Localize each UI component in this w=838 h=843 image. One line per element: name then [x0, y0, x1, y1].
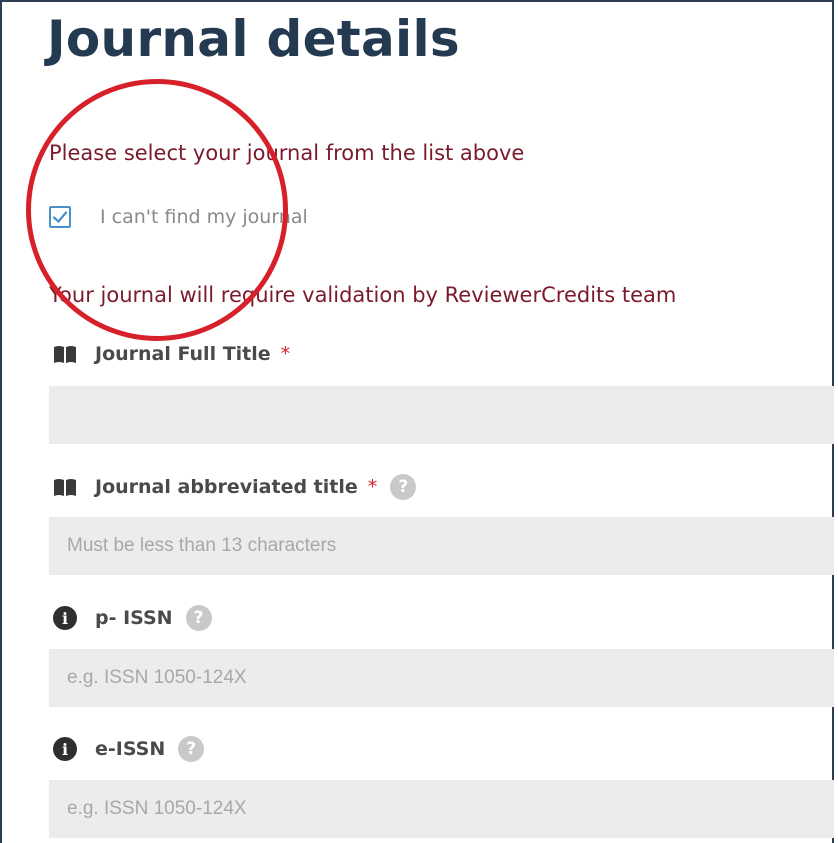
select-journal-message: Please select your journal from the list… — [49, 141, 525, 165]
cant-find-journal-label[interactable]: I can't find my journal — [100, 206, 308, 228]
full-title-label: Journal Full Title — [95, 343, 271, 365]
validation-message: Your journal will require validation by … — [49, 283, 677, 307]
info-icon: i — [53, 606, 77, 630]
checkmark-icon — [52, 211, 68, 223]
abbrev-title-label: Journal abbreviated title — [95, 476, 358, 498]
page-title: Journal details — [47, 10, 460, 68]
p-issn-input[interactable] — [49, 649, 834, 707]
help-icon[interactable]: ? — [178, 736, 205, 762]
book-icon — [54, 479, 76, 496]
e-issn-input[interactable] — [49, 780, 834, 838]
full-title-label-row: Journal Full Title * — [53, 343, 290, 365]
abbrev-title-input[interactable] — [49, 517, 834, 575]
p-issn-label-row: i p- ISSN ? — [53, 605, 212, 631]
e-issn-label-row: i e-ISSN ? — [53, 736, 205, 762]
help-icon[interactable]: ? — [185, 605, 212, 631]
e-issn-label: e-ISSN — [95, 738, 166, 760]
book-icon — [54, 346, 76, 363]
info-icon: i — [53, 737, 77, 761]
cant-find-journal-checkbox[interactable] — [49, 206, 71, 228]
required-asterisk: * — [280, 343, 291, 365]
required-asterisk: * — [367, 476, 378, 498]
cant-find-journal-row[interactable]: I can't find my journal — [49, 206, 308, 228]
p-issn-label: p- ISSN — [95, 607, 173, 629]
help-icon[interactable]: ? — [390, 474, 417, 500]
full-title-input[interactable] — [49, 386, 834, 444]
abbrev-title-label-row: Journal abbreviated title * ? — [53, 474, 417, 500]
